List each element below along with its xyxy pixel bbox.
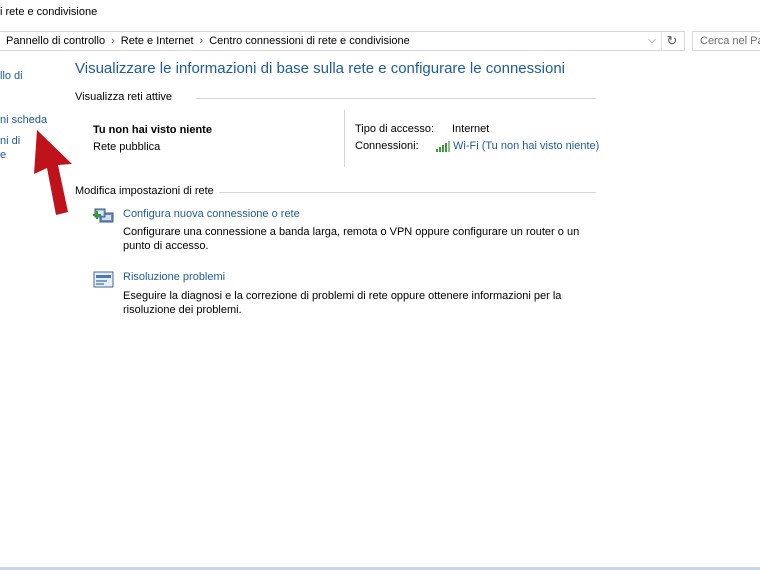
window-title-bar: i rete e condivisione [0,0,760,28]
breadcrumb-separator-icon[interactable]: › [200,35,204,47]
breadcrumb: Pannello di controllo › Rete e Internet › Ce… [6,32,410,50]
troubleshoot-problems-description: Eseguire la diagnosi e la correzione di … [123,290,562,316]
breadcrumb-network-internet[interactable]: Rete e Internet [121,35,194,47]
red-arrow-annotation [34,130,72,215]
setup-new-connection-link[interactable]: Configura nuova connessione o rete [123,208,300,220]
nav-item-change-adapter-settings[interactable]: ni scheda [0,114,47,126]
active-networks-header: Visualizza reti attive [75,91,173,103]
access-type-value: Internet [452,123,490,135]
network-name: Tu non hai visto niente [93,124,212,136]
page-title: Visualizzare le informazioni di base sul… [75,60,565,77]
nav-item-advanced-sharing-settings[interactable]: ni di [0,135,20,147]
nav-item-advanced-sharing-settings-line2[interactable]: e [0,149,6,161]
vertical-divider [344,110,345,167]
wifi-signal-icon [436,141,450,152]
chevron-down-icon[interactable]: ⌵ [644,32,660,50]
breadcrumb-network-sharing-center[interactable]: Centro connessioni di rete e condivision… [209,35,410,47]
new-connection-icon [93,208,114,223]
window-title: i rete e condivisione [0,6,98,18]
connections-label: Connessioni: [355,140,419,152]
network-category: Rete pubblica [93,141,161,153]
nav-item-control-panel-home[interactable]: llo di [0,70,23,82]
access-type-label: Tipo di accesso: [355,123,435,135]
troubleshoot-problems-link[interactable]: Risoluzione problemi [123,271,225,283]
network-settings-header: Modifica impostazioni di rete [75,185,214,197]
refresh-icon[interactable]: ↻ [661,32,682,50]
section-divider [196,98,596,99]
troubleshoot-icon [93,271,114,288]
setup-new-connection-description: Configurare una connessione a banda larg… [123,226,580,252]
breadcrumb-separator-icon[interactable]: › [111,35,115,47]
wifi-connection-link[interactable]: Wi-Fi (Tu non hai visto niente) [436,140,599,152]
breadcrumb-control-panel[interactable]: Pannello di controllo [6,35,105,47]
address-bar[interactable]: Pannello di controllo › Rete e Internet › Ce… [0,31,685,51]
section-divider [219,192,596,193]
wifi-connection-label[interactable]: Wi-Fi (Tu non hai visto niente) [453,140,599,152]
search-input[interactable]: Cerca nel Pan [692,31,760,51]
